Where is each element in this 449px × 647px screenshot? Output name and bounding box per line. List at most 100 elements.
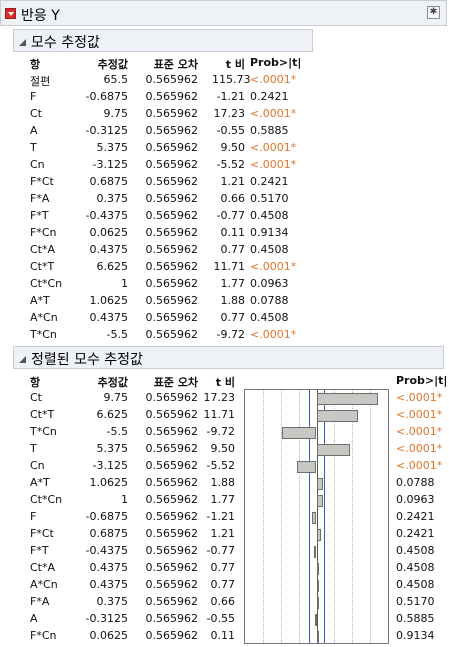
stderr-cell: 0.565962 xyxy=(145,459,199,472)
bar-T*Cn xyxy=(281,427,317,439)
estimate-cell: -0.6875 xyxy=(85,510,128,523)
prob-cell: 0.0788 xyxy=(396,476,435,489)
estimate-cell: 0.375 xyxy=(96,192,129,205)
prob-cell: 0.5885 xyxy=(396,612,435,625)
tratio-cell: 1.88 xyxy=(210,476,236,489)
prob-cell: 0.2421 xyxy=(396,527,435,540)
prob-cell: 0.4508 xyxy=(396,544,435,557)
disclosure-triangle-icon[interactable] xyxy=(19,356,26,363)
tratio-cell: -0.77 xyxy=(206,544,235,557)
stderr-cell: 0.565962 xyxy=(145,311,199,324)
stderr-cell: 0.565962 xyxy=(145,141,199,154)
estimates-section-header[interactable]: 모수 추정값 xyxy=(13,29,313,52)
estimate-cell: 1.0625 xyxy=(89,476,129,489)
bar-A xyxy=(314,614,317,626)
prob-cell: 0.0963 xyxy=(396,493,435,506)
prob-cell: <.0001* xyxy=(250,107,297,120)
stderr-header: 표준 오차 xyxy=(153,58,198,71)
estimate-cell: 0.4375 xyxy=(89,561,129,574)
settings-icon[interactable]: ✱ xyxy=(427,6,440,19)
tratio-cell: 9.50 xyxy=(210,442,236,455)
prob-cell: 0.9134 xyxy=(396,629,435,642)
prob-cell: 0.0788 xyxy=(250,294,289,307)
report-header: 반응 Y ✱ xyxy=(0,0,447,26)
prob-cell: <.0001* xyxy=(250,158,297,171)
bar-F*A xyxy=(316,597,319,609)
prob-cell: 0.2421 xyxy=(250,175,289,188)
tratio-cell: 9.50 xyxy=(220,141,246,154)
stderr-cell: 0.565962 xyxy=(145,425,199,438)
estimate-cell: 1 xyxy=(121,493,128,506)
tratio-cell: -1.21 xyxy=(206,510,235,523)
red-triangle-menu-icon[interactable] xyxy=(5,8,16,19)
stderr-cell: 0.565962 xyxy=(145,209,199,222)
prob-cell: <.0001* xyxy=(396,408,443,421)
stderr-cell: 0.565962 xyxy=(145,561,199,574)
disclosure-triangle-icon[interactable] xyxy=(19,39,26,46)
bar-F*T xyxy=(313,546,317,558)
sorted-section-header[interactable]: 정렬된 모수 추정값 xyxy=(13,346,444,369)
estimate-cell: 5.375 xyxy=(96,442,129,455)
stderr-cell: 0.565962 xyxy=(145,107,199,120)
stderr-cell: 0.565962 xyxy=(145,408,199,421)
tratio-cell: -9.72 xyxy=(206,425,235,438)
tratio-cell: 0.77 xyxy=(220,311,246,324)
prob-cell: 0.4508 xyxy=(250,209,289,222)
prob-cell: 0.2421 xyxy=(396,510,435,523)
estimate-cell: -0.3125 xyxy=(85,612,128,625)
bar-Ct*A xyxy=(316,563,320,575)
gridline xyxy=(370,390,372,643)
prob-cell: 0.5170 xyxy=(396,595,435,608)
estimate-cell: 6.625 xyxy=(96,260,129,273)
tratio-cell: 11.71 xyxy=(203,408,236,421)
stderr-cell: 0.565962 xyxy=(145,158,199,171)
stderr-cell: 0.565962 xyxy=(145,527,199,540)
prob-header: Prob>|t| xyxy=(396,374,448,387)
stderr-cell: 0.565962 xyxy=(145,578,199,591)
estimate-cell: 0.6875 xyxy=(89,527,129,540)
stderr-cell: 0.565962 xyxy=(145,595,199,608)
tratio-cell: -0.55 xyxy=(216,124,245,137)
estimate-cell: 9.75 xyxy=(103,391,129,404)
tratio-cell: 0.77 xyxy=(210,578,236,591)
tratio-header: t 비 xyxy=(225,58,245,71)
estimate-cell: 0.0625 xyxy=(89,226,129,239)
tratio-cell: 11.71 xyxy=(213,260,246,273)
prob-cell: <.0001* xyxy=(396,442,443,455)
prob-cell: <.0001* xyxy=(396,459,443,472)
prob-cell: <.0001* xyxy=(396,425,443,438)
report-title: 반응 Y xyxy=(21,8,60,24)
tratio-cell: 1.21 xyxy=(220,175,246,188)
tratio-cell: 0.66 xyxy=(210,595,236,608)
estimate-cell: -0.4375 xyxy=(85,544,128,557)
estimate-cell: 0.4375 xyxy=(89,243,129,256)
tratio-cell: -5.52 xyxy=(206,459,235,472)
prob-cell: 0.5170 xyxy=(250,192,289,205)
estimate-cell: -0.4375 xyxy=(85,209,128,222)
tratio-cell: 0.77 xyxy=(220,243,246,256)
tratio-cell: 0.77 xyxy=(210,561,236,574)
stderr-cell: 0.565962 xyxy=(145,73,199,86)
estimates-title: 모수 추정값 xyxy=(31,35,100,51)
estimate-header: 추정값 xyxy=(97,58,128,71)
bar-A*T xyxy=(316,478,324,490)
bar-Ct*T xyxy=(316,410,359,422)
stderr-cell: 0.565962 xyxy=(145,629,199,642)
t-ratio-bar-chart xyxy=(244,389,389,644)
prob-cell: 0.4508 xyxy=(396,578,435,591)
estimate-cell: -3.125 xyxy=(92,158,128,171)
prob-cell: 0.4508 xyxy=(396,561,435,574)
estimate-cell: 9.75 xyxy=(103,107,129,120)
stderr-cell: 0.565962 xyxy=(145,510,199,523)
bar-F xyxy=(312,512,317,524)
prob-cell: <.0001* xyxy=(250,328,297,341)
stderr-cell: 0.565962 xyxy=(145,124,199,137)
estimate-cell: 0.4375 xyxy=(89,578,129,591)
stderr-cell: 0.565962 xyxy=(145,294,199,307)
stderr-header: 표준 오차 xyxy=(153,376,198,389)
gridline xyxy=(352,390,354,643)
tratio-cell: 1.21 xyxy=(210,527,236,540)
tratio-cell: -0.55 xyxy=(206,612,235,625)
prob-cell: 0.9134 xyxy=(250,226,289,239)
bar-Ct*Cn xyxy=(316,495,323,507)
